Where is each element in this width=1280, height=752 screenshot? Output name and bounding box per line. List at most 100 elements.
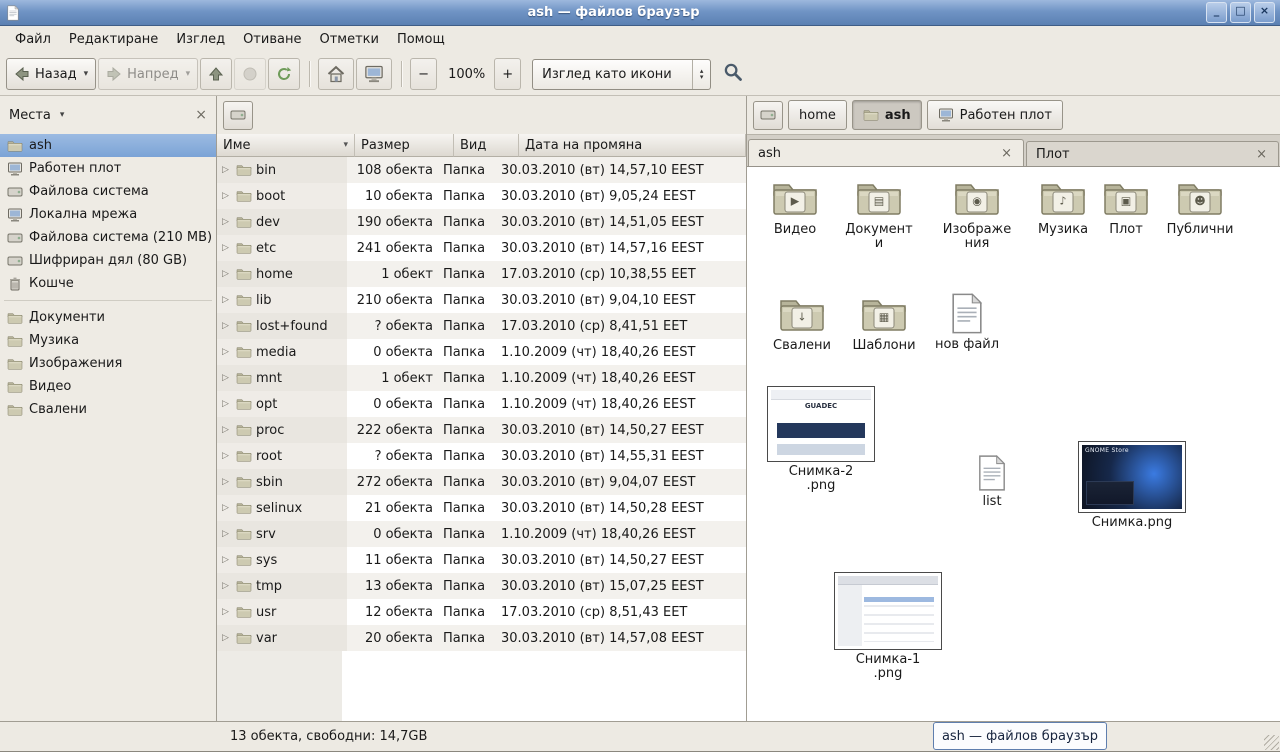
column-header-date[interactable]: Дата на промяна (519, 134, 746, 157)
sidebar-item-filesystem[interactable]: Файлова система (0, 180, 216, 203)
back-button[interactable]: Назад ▾ (6, 58, 96, 90)
zoom-out-button[interactable]: − (410, 58, 437, 90)
expander-icon[interactable]: ▷ (222, 607, 232, 617)
table-row[interactable]: ▷sys11 обектаПапка30.03.2010 (вт) 14,50,… (217, 547, 746, 573)
computer-button[interactable] (356, 58, 392, 90)
menu-item-file[interactable]: Файл (6, 29, 60, 50)
table-row[interactable]: ▷media0 обектаПапка1.10.2009 (чт) 18,40,… (217, 339, 746, 365)
expander-icon[interactable]: ▷ (222, 217, 232, 227)
table-row[interactable]: ▷bin108 обектаПапка30.03.2010 (вт) 14,57… (217, 157, 746, 183)
icon-item-snimka[interactable]: GNOME Store Снимка.png (1082, 441, 1182, 530)
table-row[interactable]: ▷tmp13 обектаПапка30.03.2010 (вт) 15,07,… (217, 573, 746, 599)
sidebar-mode-select[interactable]: Места ▾ (9, 108, 189, 123)
column-header-name[interactable]: Име ▾ (217, 134, 355, 157)
sidebar-item-ash[interactable]: ash (0, 134, 216, 157)
table-row[interactable]: ▷usr12 обектаПапка17.03.2010 (ср) 8,51,4… (217, 599, 746, 625)
expander-icon[interactable]: ▷ (222, 321, 232, 331)
expander-icon[interactable]: ▷ (222, 555, 232, 565)
filesystem-root-button[interactable] (223, 101, 253, 130)
spinner-arrows-icon[interactable]: ▴ ▾ (692, 60, 710, 89)
sidebar-item-trash[interactable]: Кошче (0, 272, 216, 295)
zoom-in-button[interactable]: + (494, 58, 521, 90)
expander-icon[interactable]: ▷ (222, 243, 232, 253)
table-row[interactable]: ▷var20 обектаПапка30.03.2010 (вт) 14,57,… (217, 625, 746, 651)
expander-icon[interactable]: ▷ (222, 633, 232, 643)
minimize-button[interactable]: _ (1206, 2, 1227, 23)
icon-item-list[interactable]: list (962, 454, 1022, 509)
expander-icon[interactable]: ▷ (222, 295, 232, 305)
sidebar-item-music[interactable]: Музика (0, 329, 216, 352)
tab-close-icon[interactable]: × (1254, 147, 1269, 162)
expander-icon[interactable]: ▷ (222, 477, 232, 487)
table-row[interactable]: ▷boot10 обектаПапка30.03.2010 (вт) 9,05,… (217, 183, 746, 209)
icon-view[interactable]: ▶ Видео ▤ Документи ◉ Изображения ♪ М (747, 166, 1280, 721)
breadcrumb-ash[interactable]: ash (852, 100, 922, 130)
icon-item-templates[interactable]: ▦ Шаблони (847, 294, 921, 353)
tab-ash[interactable]: ash × (748, 139, 1024, 166)
menu-item-go[interactable]: Отиване (234, 29, 310, 50)
sidebar-close-icon[interactable]: × (195, 107, 207, 123)
icon-item-pictures[interactable]: ◉ Изображения (940, 178, 1014, 251)
menu-item-edit[interactable]: Редактиране (60, 29, 167, 50)
close-button[interactable]: × (1254, 2, 1275, 23)
icon-item-snimka-2[interactable]: GUADEC Снимка-2.png (771, 386, 871, 493)
sidebar-item-downloads[interactable]: Свалени (0, 398, 216, 421)
breadcrumb-home[interactable]: home (788, 100, 847, 130)
table-row[interactable]: ▷proc222 обектаПапка30.03.2010 (вт) 14,5… (217, 417, 746, 443)
menu-item-bookmarks[interactable]: Отметки (310, 29, 387, 50)
expander-icon[interactable]: ▷ (222, 451, 232, 461)
icon-item-documents[interactable]: ▤ Документи (842, 178, 916, 251)
table-row[interactable]: ▷srv0 обектаПапка1.10.2009 (чт) 18,40,26… (217, 521, 746, 547)
sidebar-item-local-network[interactable]: Локална мрежа (0, 203, 216, 226)
breadcrumb-desktop[interactable]: Работен плот (927, 100, 1063, 130)
column-header-size[interactable]: Размер (355, 134, 454, 157)
file-list[interactable]: ▷bin108 обектаПапка30.03.2010 (вт) 14,57… (217, 157, 746, 721)
resize-grip[interactable] (1264, 735, 1279, 750)
expander-icon[interactable]: ▷ (222, 347, 232, 357)
table-row[interactable]: ▷mnt1 обектПапка1.10.2009 (чт) 18,40,26 … (217, 365, 746, 391)
icon-item-new-file[interactable]: нов файл (932, 292, 1002, 352)
icon-item-desktop-folder[interactable]: ▣ Плот (1094, 178, 1158, 237)
sidebar-item-pictures[interactable]: Изображения (0, 352, 216, 375)
up-button[interactable] (200, 58, 232, 90)
stop-button[interactable] (234, 58, 266, 90)
menu-item-view[interactable]: Изглед (167, 29, 234, 50)
table-row[interactable]: ▷root? обектаПапка30.03.2010 (вт) 14,55,… (217, 443, 746, 469)
forward-button[interactable]: Напред ▾ (98, 58, 198, 90)
titlebar[interactable]: ash — файлов браузър _ □ × (0, 0, 1280, 26)
expander-icon[interactable]: ▷ (222, 191, 232, 201)
back-history-dropdown-icon[interactable]: ▾ (84, 69, 89, 79)
expander-icon[interactable]: ▷ (222, 529, 232, 539)
sidebar-item-desktop[interactable]: Работен плот (0, 157, 216, 180)
expander-icon[interactable]: ▷ (222, 399, 232, 409)
table-row[interactable]: ▷selinux21 обектаПапка30.03.2010 (вт) 14… (217, 495, 746, 521)
maximize-button[interactable]: □ (1230, 2, 1251, 23)
tab-plot[interactable]: Плот × (1026, 141, 1279, 166)
expander-icon[interactable]: ▷ (222, 165, 232, 175)
icon-item-downloads[interactable]: ↓ Свалени (765, 294, 839, 353)
table-row[interactable]: ▷lib210 обектаПапка30.03.2010 (вт) 9,04,… (217, 287, 746, 313)
icon-item-public[interactable]: ☻ Публични (1162, 178, 1238, 237)
table-row[interactable]: ▷opt0 обектаПапка1.10.2009 (чт) 18,40,26… (217, 391, 746, 417)
taskbar-window-button[interactable]: ash — файлов браузър (933, 722, 1107, 750)
tab-close-icon[interactable]: × (999, 146, 1014, 161)
view-mode-select[interactable]: Изглед като икони ▴ ▾ (532, 59, 711, 90)
icon-item-video[interactable]: ▶ Видео (758, 178, 832, 237)
home-button[interactable] (318, 58, 354, 90)
pathbar-root-button[interactable] (753, 101, 783, 130)
expander-icon[interactable]: ▷ (222, 581, 232, 591)
expander-icon[interactable]: ▷ (222, 425, 232, 435)
menu-item-help[interactable]: Помощ (388, 29, 454, 50)
icon-item-snimka-1[interactable]: Снимка-1.png (838, 572, 938, 681)
sidebar-item-documents[interactable]: Документи (0, 306, 216, 329)
sidebar-item-filesystem-210mb[interactable]: Файлова система (210 MB) (0, 226, 216, 249)
icon-item-music[interactable]: ♪ Музика (1026, 178, 1100, 237)
search-button[interactable] (723, 62, 743, 86)
sidebar-item-videos[interactable]: Видео (0, 375, 216, 398)
column-header-type[interactable]: Вид (454, 134, 519, 157)
table-row[interactable]: ▷home1 обектПапка17.03.2010 (ср) 10,38,5… (217, 261, 746, 287)
expander-icon[interactable]: ▷ (222, 269, 232, 279)
expander-icon[interactable]: ▷ (222, 373, 232, 383)
sidebar-item-encrypted-partition[interactable]: Шифриран дял (80 GB) (0, 249, 216, 272)
expander-icon[interactable]: ▷ (222, 503, 232, 513)
